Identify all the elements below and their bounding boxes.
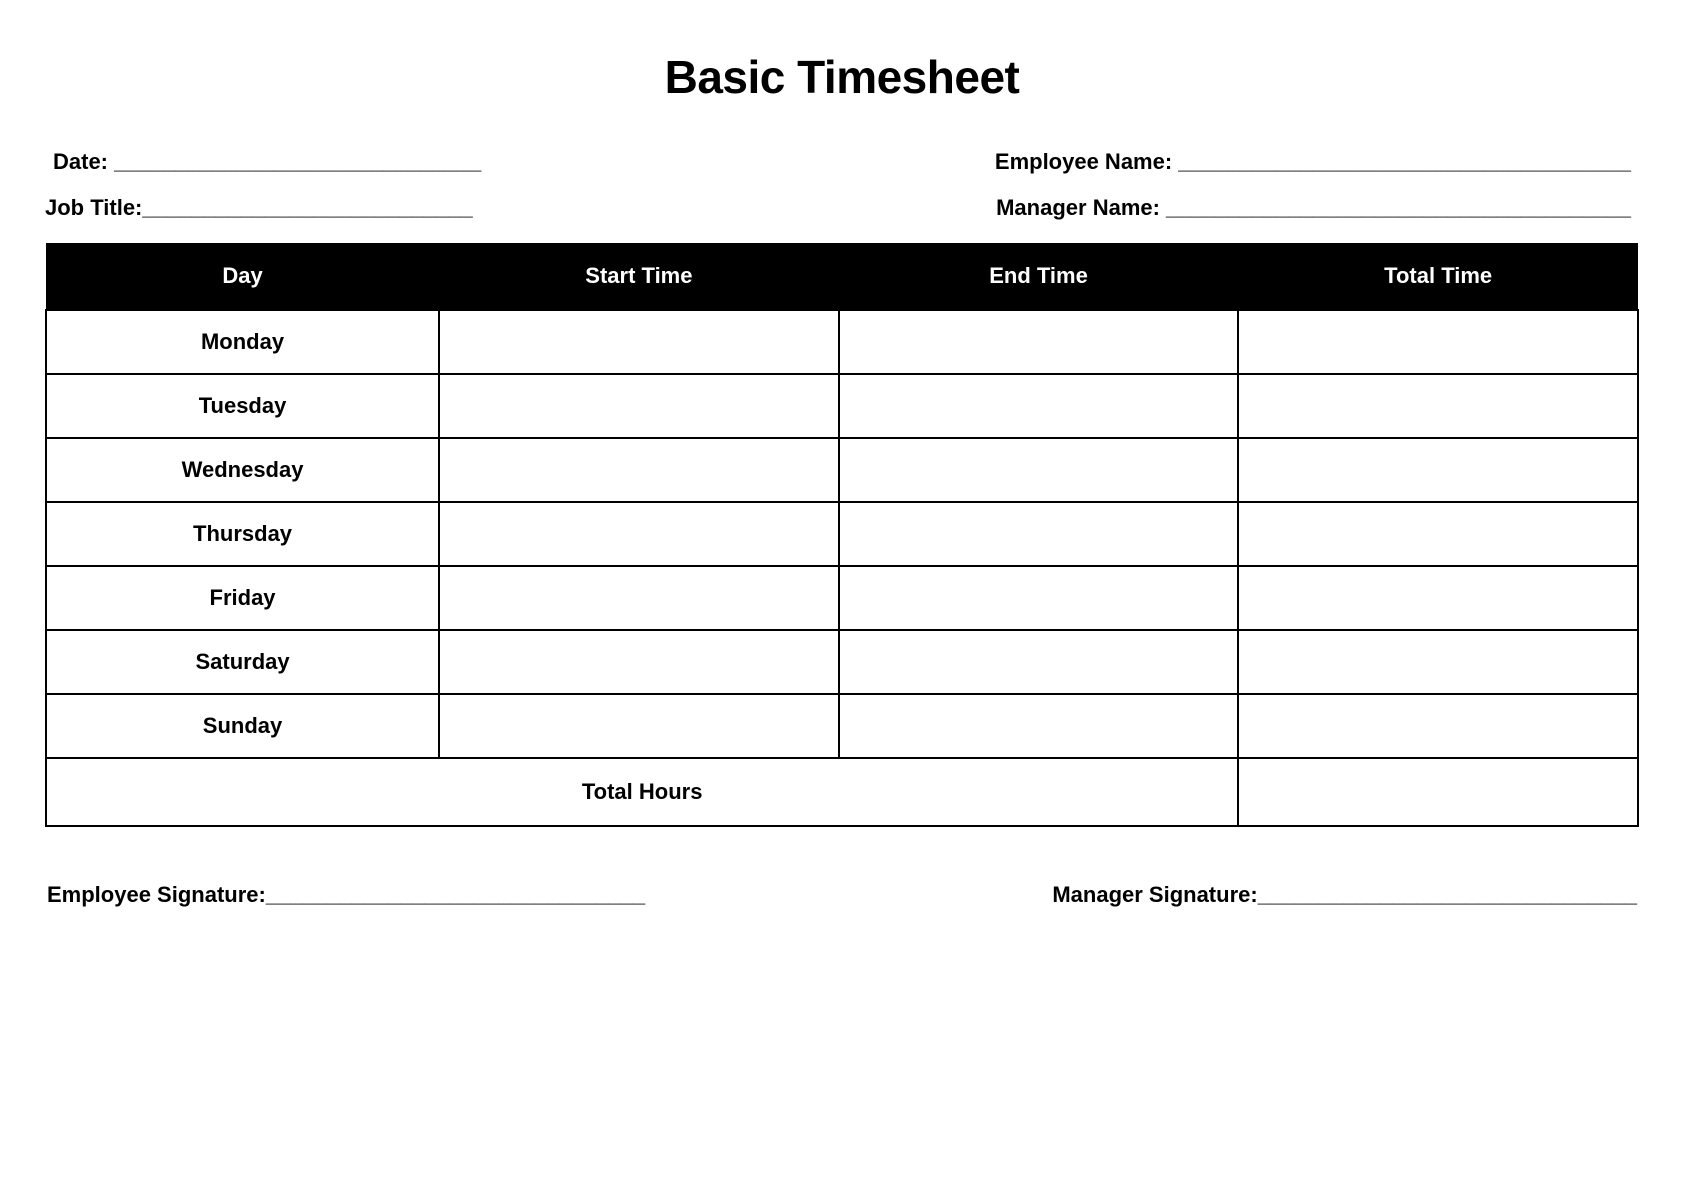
day-cell: Monday	[46, 310, 439, 374]
info-row-2: Job Title:___________________________ Ma…	[45, 195, 1639, 221]
start-cell	[439, 502, 839, 566]
signature-row: Employee Signature:_____________________…	[45, 882, 1639, 908]
header-day: Day	[46, 243, 439, 310]
table-row: Sunday	[46, 694, 1638, 758]
day-cell: Saturday	[46, 630, 439, 694]
day-cell: Thursday	[46, 502, 439, 566]
end-cell	[839, 310, 1239, 374]
header-start-time: Start Time	[439, 243, 839, 310]
total-hours-label: Total Hours	[46, 758, 1238, 826]
employee-name-label: Employee Name: _________________________…	[995, 149, 1631, 175]
table-footer-row: Total Hours	[46, 758, 1638, 826]
job-title-label: Job Title:___________________________	[45, 195, 473, 221]
total-hours-value	[1238, 758, 1638, 826]
total-cell	[1238, 502, 1638, 566]
date-label: Date: ______________________________	[53, 149, 481, 175]
day-cell: Sunday	[46, 694, 439, 758]
end-cell	[839, 630, 1239, 694]
table-row: Saturday	[46, 630, 1638, 694]
total-cell	[1238, 694, 1638, 758]
end-cell	[839, 694, 1239, 758]
table-row: Tuesday	[46, 374, 1638, 438]
start-cell	[439, 374, 839, 438]
total-cell	[1238, 310, 1638, 374]
day-cell: Tuesday	[46, 374, 439, 438]
start-cell	[439, 310, 839, 374]
table-header-row: Day Start Time End Time Total Time	[46, 243, 1638, 310]
table-row: Thursday	[46, 502, 1638, 566]
day-cell: Wednesday	[46, 438, 439, 502]
timesheet-table: Day Start Time End Time Total Time Monda…	[45, 243, 1639, 827]
total-cell	[1238, 438, 1638, 502]
start-cell	[439, 438, 839, 502]
end-cell	[839, 374, 1239, 438]
start-cell	[439, 566, 839, 630]
manager-name-label: Manager Name: __________________________…	[996, 195, 1631, 221]
total-cell	[1238, 374, 1638, 438]
start-cell	[439, 694, 839, 758]
info-row-1: Date: ______________________________ Emp…	[45, 149, 1639, 175]
start-cell	[439, 630, 839, 694]
header-end-time: End Time	[839, 243, 1239, 310]
header-total-time: Total Time	[1238, 243, 1638, 310]
table-row: Friday	[46, 566, 1638, 630]
manager-signature-label: Manager Signature:______________________…	[1052, 882, 1637, 908]
end-cell	[839, 438, 1239, 502]
table-row: Monday	[46, 310, 1638, 374]
total-cell	[1238, 566, 1638, 630]
employee-signature-label: Employee Signature:_____________________…	[47, 882, 645, 908]
end-cell	[839, 502, 1239, 566]
day-cell: Friday	[46, 566, 439, 630]
end-cell	[839, 566, 1239, 630]
page-title: Basic Timesheet	[45, 50, 1639, 104]
total-cell	[1238, 630, 1638, 694]
table-row: Wednesday	[46, 438, 1638, 502]
